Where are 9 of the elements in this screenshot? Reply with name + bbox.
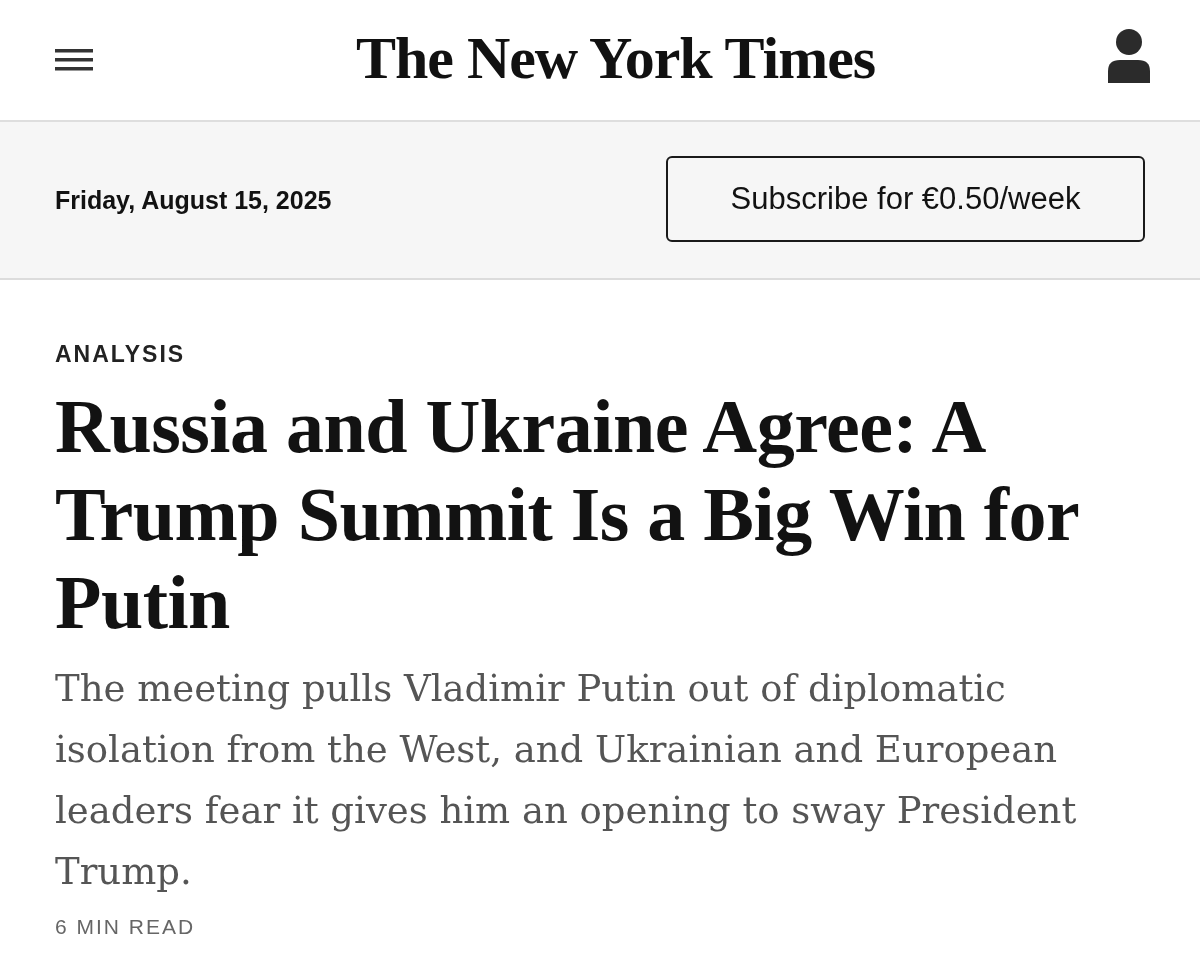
- person-icon[interactable]: [1108, 29, 1150, 83]
- read-time: 6 MIN READ: [55, 916, 197, 938]
- subscribe-button[interactable]: Subscribe for €0.50/week: [666, 156, 1145, 242]
- section-label: ANALYSIS: [55, 340, 187, 368]
- menu-icon[interactable]: [55, 49, 93, 71]
- summary-text: The meeting pulls Vladimir Putin out of diplomatic isolation from the West, and Ukrainian and European leaders fear it gives him an opening to sway President Trump.: [55, 666, 1078, 895]
- date-text: Friday, August 15, 2025: [55, 185, 332, 215]
- headline[interactable]: Russia and Ukraine Agree: A Trump Summit Is a Big Win for Putin: [55, 382, 1145, 646]
- logo[interactable]: The New York Times: [355, 28, 876, 88]
